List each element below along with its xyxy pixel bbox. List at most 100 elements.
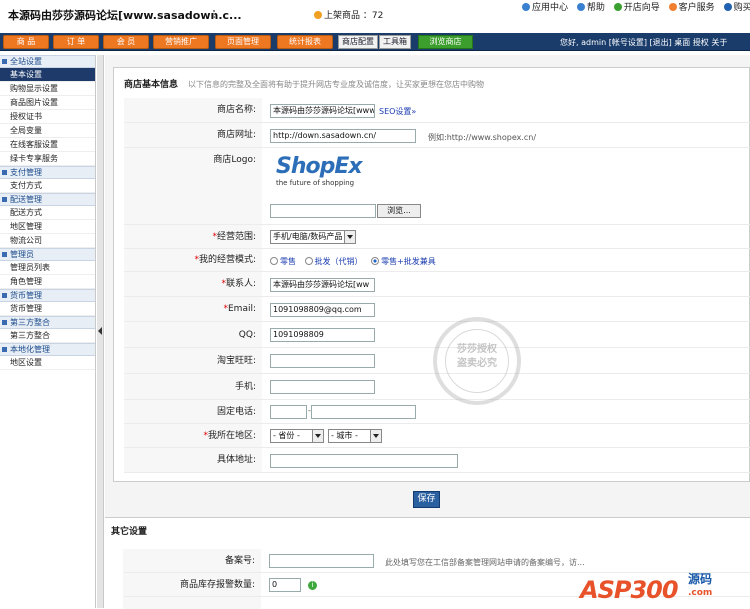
- sidebar-group[interactable]: 配送管理: [0, 193, 95, 206]
- tab-pages[interactable]: 页面管理: [215, 35, 271, 49]
- stock-alert-label: 商品库存报警数量:: [123, 573, 261, 596]
- onsale-icon: [314, 11, 322, 19]
- sidebar-item[interactable]: 配送方式: [0, 206, 95, 220]
- sidebar-group[interactable]: 支付管理: [0, 166, 95, 179]
- wangwang-label: 淘宝旺旺:: [124, 348, 262, 373]
- sidebar-item[interactable]: 第三方整合: [0, 329, 95, 343]
- link-help[interactable]: 帮助: [576, 3, 605, 13]
- tab-reports[interactable]: 统计报表: [277, 35, 333, 49]
- row-business-mode: *我的经营模式: 零售 批发（代销） 零售+批发兼具: [124, 249, 750, 272]
- contact-label: *联系人:: [124, 272, 262, 296]
- wangwang-input[interactable]: [270, 354, 375, 368]
- stock-alert-input[interactable]: 0: [269, 578, 301, 592]
- sidebar-item[interactable]: 角色管理: [0, 275, 95, 289]
- sidebar-item-basic-settings[interactable]: 基本设置: [0, 68, 95, 82]
- tab-orders[interactable]: 订 单: [53, 35, 99, 49]
- tab-toolbox[interactable]: 工具箱: [379, 35, 411, 49]
- tab-marketing[interactable]: 营销推广: [153, 35, 209, 49]
- phone-area-input[interactable]: [270, 405, 307, 419]
- business-scope-select[interactable]: 手机/电脑/数码产品: [270, 230, 356, 244]
- link-service[interactable]: 客户服务: [668, 3, 715, 13]
- browse-store-button[interactable]: 浏览商店: [418, 35, 473, 49]
- window-title: 本源码由莎莎源码论坛[www.sasadown.c...: [8, 9, 242, 22]
- radio-checked-icon: [371, 257, 380, 265]
- tab-store-config[interactable]: 商店配置: [338, 35, 378, 49]
- link-buy[interactable]: 购买: [723, 3, 750, 13]
- icp-label: 备案号:: [123, 549, 261, 572]
- partial-label: [123, 597, 261, 609]
- browse-button[interactable]: 浏览...: [377, 204, 421, 218]
- address-label: 具体地址:: [124, 448, 262, 472]
- qq-label: QQ:: [124, 322, 262, 347]
- store-url-label: 商店网址:: [124, 123, 262, 147]
- province-select[interactable]: - 省份 -: [270, 429, 324, 443]
- row-store-logo: 商店Logo: ShopEx the future of shopping 浏览…: [124, 148, 750, 225]
- section-header: 商店基本信息 以下信息的完整及全面将有助于提升网店专业度及诚信度，让买家更想在您店…: [124, 80, 485, 90]
- wizard-icon: [613, 3, 622, 11]
- top-links: 应用中心 帮助 开店向导 客户服务 购买: [522, 0, 750, 13]
- sidebar-group[interactable]: 本地化管理: [0, 343, 95, 356]
- sidebar-item[interactable]: 全局变量: [0, 124, 95, 138]
- other-settings-header: 其它设置: [111, 527, 148, 537]
- tab-members[interactable]: 会 员: [103, 35, 149, 49]
- row-region: *我所在地区: - 省份 - - 城市 -: [124, 424, 750, 448]
- collapse-arrow-icon[interactable]: [98, 327, 102, 335]
- row-phone: 固定电话: -: [124, 400, 750, 424]
- sidebar-item[interactable]: 地区设置: [0, 356, 95, 370]
- chevron-down-icon: [344, 231, 355, 243]
- sidebar-item[interactable]: 物流公司: [0, 234, 95, 248]
- sidebar-item[interactable]: 授权证书: [0, 110, 95, 124]
- user-info[interactable]: 您好, admin [帐号设置] [退出] 桌面 授权 关于: [560, 37, 727, 48]
- sidebar-item[interactable]: 管理员列表: [0, 261, 95, 275]
- store-info-panel: 商店基本信息 以下信息的完整及全面将有助于提升网店专业度及诚信度，让买家更想在您店…: [113, 67, 750, 482]
- onsale-counter[interactable]: 上架商品 ：72: [314, 8, 383, 21]
- store-name-input[interactable]: 本源码由莎莎源码论坛[www: [270, 104, 375, 118]
- logo-cn: 源码: [688, 572, 713, 586]
- link-wizard[interactable]: 开店向导: [613, 3, 660, 13]
- mode-retail-radio[interactable]: 零售: [270, 257, 296, 266]
- radio-icon: [270, 257, 278, 265]
- drag-grip[interactable]: [213, 10, 217, 18]
- sidebar-group[interactable]: 第三方整合: [0, 316, 95, 329]
- business-mode-label: *我的经营模式:: [124, 249, 262, 271]
- icp-input[interactable]: [269, 554, 374, 568]
- sidebar-item[interactable]: 地区管理: [0, 220, 95, 234]
- mode-both-radio[interactable]: 零售+批发兼具: [371, 257, 436, 266]
- mode-wholesale-radio[interactable]: 批发（代销）: [304, 257, 363, 266]
- logo-file-input[interactable]: [270, 204, 376, 218]
- email-field[interactable]: 1091098809@qq.com: [270, 303, 375, 317]
- row-store-name: 商店名称: 本源码由莎莎源码论坛[www SEO设置»: [124, 98, 750, 123]
- service-icon: [668, 3, 677, 11]
- sidebar-group[interactable]: 货币管理: [0, 289, 95, 302]
- store-name-label: 商店名称:: [124, 98, 262, 122]
- sidebar-collapse-bar[interactable]: [97, 55, 104, 608]
- store-logo-tagline: the future of shopping: [276, 179, 355, 187]
- sidebar-item[interactable]: 支付方式: [0, 179, 95, 193]
- row-business-scope: *经营范围: 手机/电脑/数码产品: [124, 225, 750, 249]
- sidebar-item[interactable]: 购物显示设置: [0, 82, 95, 96]
- sidebar-item[interactable]: 在线客服设置: [0, 138, 95, 152]
- chevron-down-icon: [312, 430, 323, 442]
- phone-number-input[interactable]: [311, 405, 416, 419]
- business-scope-label: *经营范围:: [124, 225, 262, 248]
- link-app-center[interactable]: 应用中心: [522, 3, 568, 13]
- sidebar-group[interactable]: 管理员: [0, 248, 95, 261]
- store-url-input[interactable]: http://down.sasadown.cn/: [270, 129, 416, 143]
- sidebar-item[interactable]: 货币管理: [0, 302, 95, 316]
- row-address: 具体地址:: [124, 448, 750, 473]
- seo-settings-link[interactable]: SEO设置»: [379, 106, 416, 117]
- sidebar-group[interactable]: 全站设置: [0, 55, 95, 68]
- sidebar-item[interactable]: 绿卡专享服务: [0, 152, 95, 166]
- sidebar: 全站设置 基本设置 购物显示设置 商品图片设置 授权证书 全局变量 在线客服设置…: [0, 55, 96, 608]
- info-icon: i: [308, 581, 317, 590]
- city-select[interactable]: - 城市 -: [328, 429, 382, 443]
- contact-input[interactable]: 本源码由莎莎源码论坛[ww: [270, 278, 375, 292]
- save-button[interactable]: 保存: [413, 491, 440, 508]
- address-input[interactable]: [270, 454, 458, 468]
- store-logo-image: ShopEx the future of shopping: [276, 154, 376, 196]
- tab-goods[interactable]: 商 品: [3, 35, 49, 49]
- phone-label: 固定电话:: [124, 400, 262, 423]
- qq-input[interactable]: 1091098809: [270, 328, 375, 342]
- sidebar-item[interactable]: 商品图片设置: [0, 96, 95, 110]
- mobile-input[interactable]: [270, 380, 375, 394]
